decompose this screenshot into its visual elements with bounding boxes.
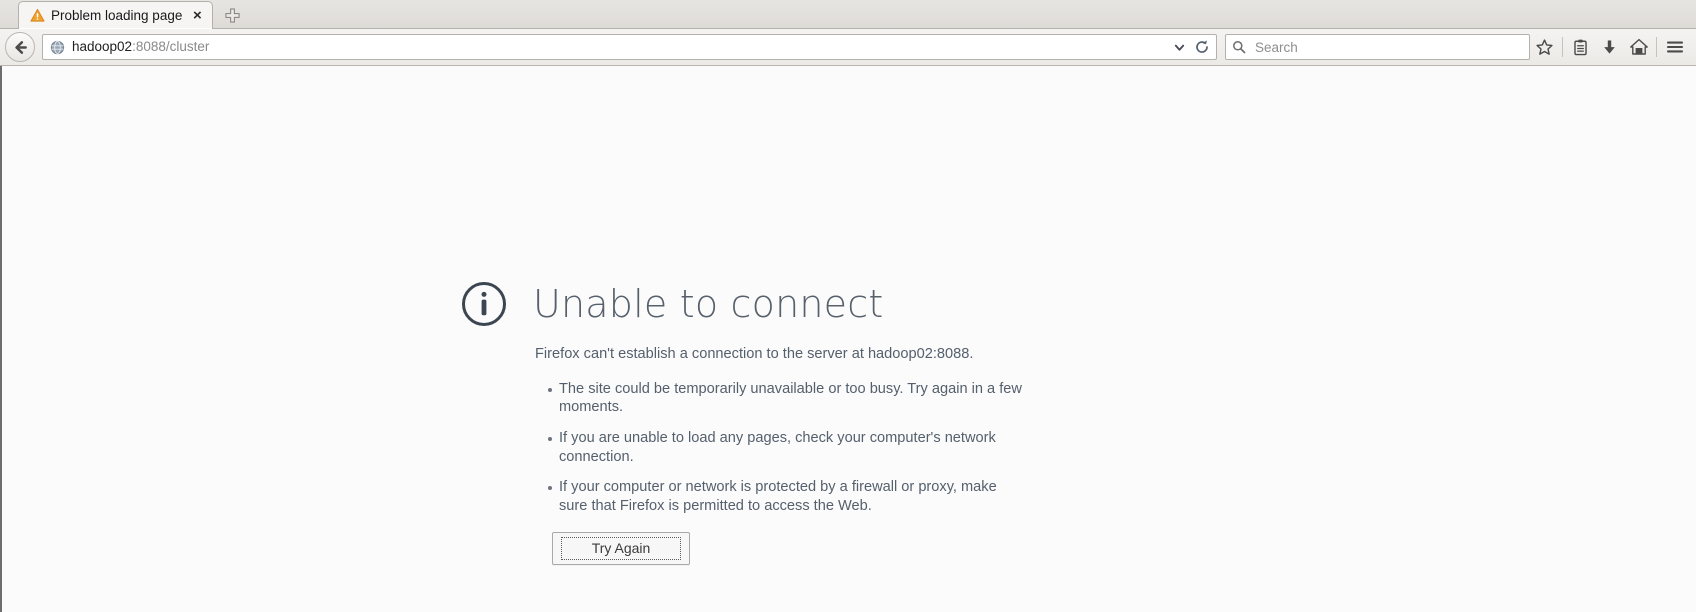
- chevron-down-icon[interactable]: [1168, 35, 1190, 59]
- bookmark-star-button[interactable]: [1530, 33, 1559, 62]
- hamburger-icon: [1666, 41, 1683, 53]
- info-circle-icon: [461, 281, 507, 327]
- plus-icon: [225, 7, 240, 23]
- url-path: :8088/cluster: [132, 39, 210, 54]
- search-bar[interactable]: [1225, 34, 1530, 60]
- star-icon: [1536, 38, 1553, 55]
- error-header: Unable to connect: [461, 281, 1059, 327]
- close-icon[interactable]: ×: [188, 7, 206, 25]
- menu-button[interactable]: [1660, 33, 1689, 62]
- url-host: hadoop02: [72, 39, 133, 54]
- globe-icon: [49, 39, 65, 55]
- reader-list-button[interactable]: [1566, 33, 1595, 62]
- tab-title: Problem loading page: [51, 7, 183, 23]
- back-button[interactable]: [5, 32, 35, 62]
- error-actions: Try Again: [535, 531, 1059, 565]
- warning-triangle-icon: [29, 8, 45, 24]
- tab-problem-loading-page[interactable]: Problem loading page ×: [18, 1, 214, 29]
- address-bar[interactable]: hadoop02:8088/cluster: [42, 34, 1217, 60]
- search-icon: [1232, 40, 1246, 54]
- search-input[interactable]: [1253, 38, 1523, 56]
- clipboard-icon: [1574, 39, 1587, 55]
- list-item: If your computer or network is protected…: [548, 478, 1026, 515]
- download-arrow-icon: [1604, 39, 1615, 54]
- url-text: hadoop02:8088/cluster: [72, 39, 1168, 55]
- reload-icon[interactable]: [1190, 35, 1214, 59]
- new-tab-button[interactable]: [217, 2, 247, 28]
- content-viewport: Unable to connect Firefox can't establis…: [0, 66, 1696, 612]
- home-icon: [1629, 38, 1648, 55]
- list-item: If you are unable to load any pages, che…: [548, 429, 1026, 466]
- try-again-label: Try Again: [561, 536, 681, 560]
- navigation-toolbar: hadoop02:8088/cluster: [0, 29, 1696, 66]
- error-page: Unable to connect Firefox can't establis…: [462, 66, 1059, 565]
- back-arrow-icon: [14, 40, 27, 54]
- browser-window: Problem loading page × hadoop02:8088/clu…: [0, 0, 1696, 612]
- try-again-button[interactable]: Try Again: [552, 531, 690, 565]
- home-button[interactable]: [1624, 33, 1653, 62]
- downloads-button[interactable]: [1595, 33, 1624, 62]
- error-description: Firefox can't establish a connection to …: [535, 346, 974, 362]
- toolbar-separator: [1562, 37, 1563, 57]
- list-item: The site could be temporarily unavailabl…: [548, 380, 1026, 417]
- error-suggestion-list: The site could be temporarily unavailabl…: [535, 380, 1026, 516]
- tab-strip: Problem loading page ×: [0, 0, 1696, 29]
- toolbar-separator-2: [1656, 37, 1657, 57]
- page-title: Unable to connect: [533, 282, 884, 326]
